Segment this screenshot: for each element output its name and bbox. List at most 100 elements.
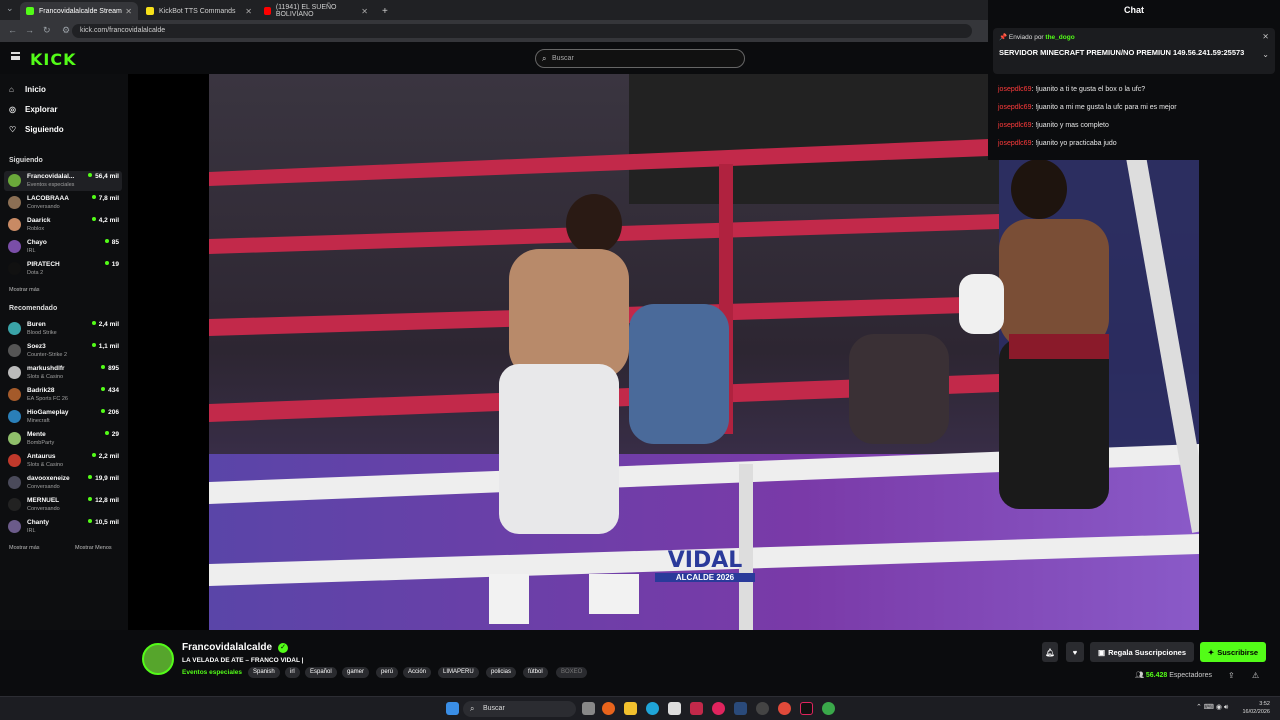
app-icon[interactable] [602, 702, 615, 715]
sidebar-channel[interactable]: HioGameplay Minecraft 206 [4, 407, 122, 427]
gift-subscriptions-button[interactable]: ▣ Regala Suscripciones [1090, 642, 1194, 662]
pinned-user[interactable]: the_dogo [1045, 34, 1074, 41]
report-icon[interactable]: ⚠ [1252, 671, 1259, 680]
viewer-count: 19,9 mil [88, 475, 119, 482]
tag[interactable]: fútbol [523, 667, 548, 678]
chat-title: Chat [1124, 5, 1144, 15]
channel-category: Slots & Casino [27, 462, 64, 468]
kick-header: KICK ⌕ Buscar [0, 42, 988, 74]
close-tab-icon[interactable]: ✕ [245, 7, 252, 16]
nav-siguiendo[interactable]: ♡ Siguiendo [9, 125, 64, 134]
chat-username[interactable]: josepdlc69 [998, 104, 1031, 111]
edge-icon[interactable] [646, 702, 659, 715]
sidebar-channel[interactable]: Soez3 Counter-Strike 2 1,1 mil [4, 341, 122, 361]
chat-username[interactable]: josepdlc69 [998, 122, 1031, 129]
close-tab-icon[interactable]: ✕ [125, 7, 132, 16]
avatar [8, 322, 21, 335]
unpin-icon[interactable]: ⨯ [1262, 32, 1269, 41]
store-icon[interactable] [668, 702, 681, 715]
tag[interactable]: perú [376, 667, 399, 678]
tag[interactable]: gamer [342, 667, 370, 678]
sidebar: ⌂ Inicio ◎ Explorar ♡ Siguiendo Siguiendo F… [0, 74, 128, 630]
chat-username[interactable]: josepdlc69 [998, 86, 1031, 93]
show-more-following[interactable]: Mostrar más [9, 287, 40, 293]
tag[interactable]: policias [486, 667, 517, 678]
show-more-recommended[interactable]: Mostrar más [9, 545, 40, 551]
taskbar-search[interactable]: ⌕ Buscar [463, 701, 576, 717]
chrome-icon[interactable] [778, 702, 791, 715]
channel-category: Conversando [27, 484, 60, 490]
chat-username[interactable]: josepdlc69 [998, 140, 1031, 147]
chat-message: josepdlc69: !juanito y mas completo [998, 122, 1109, 129]
app-icon[interactable] [712, 702, 725, 715]
tab-kick-stream[interactable]: Francovidalalcalde Stream ✕ [20, 2, 138, 20]
sidebar-channel[interactable]: MERNUEL Conversando 12,8 mil [4, 495, 122, 515]
nav-explorar[interactable]: ◎ Explorar [9, 105, 57, 114]
clock-time: 3:52 [1259, 701, 1270, 707]
avatar [8, 218, 21, 231]
steam-icon[interactable] [734, 702, 747, 715]
sidebar-channel[interactable]: LACOBRAAA Conversando 7,8 mil [4, 193, 122, 213]
app-icon[interactable] [756, 702, 769, 715]
task-view-icon[interactable] [582, 702, 595, 715]
compass-icon: ◎ [9, 105, 16, 114]
nav-inicio[interactable]: ⌂ Inicio [9, 85, 46, 94]
url-input[interactable]: kick.com/francovidalalcalde [72, 24, 972, 38]
sidebar-channel[interactable]: Chanty IRL 10,5 mil [4, 517, 122, 537]
clock[interactable]: 3:52 16/02/2026 [1242, 700, 1270, 716]
show-less-recommended[interactable]: Mostrar Menos [75, 545, 112, 551]
sidebar-channel[interactable]: Daarick Roblox 4,2 mil [4, 215, 122, 235]
chevron-down-icon[interactable]: ⌄ [1262, 50, 1269, 59]
app-icon[interactable] [822, 702, 835, 715]
tag[interactable]: Acción [403, 667, 432, 678]
pinned-header: 📌 Enviado por the_dogo [999, 33, 1075, 41]
kick-logo[interactable]: KICK [30, 50, 77, 69]
tag[interactable]: LIMAPERU [438, 667, 479, 678]
channel-name: Chayo [27, 239, 47, 246]
gift-label: Regala Suscripciones [1108, 647, 1187, 657]
forward-icon[interactable]: → [25, 25, 34, 35]
sidebar-channel[interactable]: Francovidalal... Eventos especiales 56,4… [4, 171, 122, 191]
new-tab-button[interactable]: + [376, 2, 392, 20]
sidebar-channel[interactable]: Buren Blood Strike 2,4 mil [4, 319, 122, 339]
sidebar-channel[interactable]: davooxeneize Conversando 19,9 mil [4, 473, 122, 493]
avatar [8, 454, 21, 467]
tag[interactable]: irl [285, 667, 300, 678]
sidebar-channel[interactable]: markushdlfr Slots & Casino 895 [4, 363, 122, 383]
follow-button[interactable]: ♥ [1066, 642, 1084, 662]
channel-name[interactable]: Francovidalalcalde [182, 642, 272, 653]
tag[interactable]: BOXEO [556, 667, 588, 678]
sidebar-channel[interactable]: Badrik28 EA Sports FC 26 434 [4, 385, 122, 405]
clock-date: 16/02/2026 [1242, 709, 1270, 715]
site-info-icon[interactable]: ⚙ [62, 25, 70, 36]
menu-icon[interactable] [11, 52, 20, 60]
tab-menu-icon[interactable]: ⌄ [6, 3, 14, 14]
sidebar-channel[interactable]: Antaurus Slots & Casino 2,2 mil [4, 451, 122, 471]
sidebar-channel[interactable]: PIRATECH Dota 2 19 [4, 259, 122, 279]
sidebar-channel[interactable]: Chayo IRL 85 [4, 237, 122, 257]
close-tab-icon[interactable]: ✕ [361, 7, 368, 16]
tiktok-icon[interactable] [800, 702, 813, 715]
browser-tab-bar: ⌄ Francovidalalcalde Stream ✕ KickBot TT… [0, 0, 988, 20]
notifications-button[interactable]: 🔔︎ [1042, 642, 1058, 662]
reload-icon[interactable]: ↻ [43, 25, 51, 36]
tag[interactable]: Español [305, 667, 337, 678]
app-icon[interactable] [690, 702, 703, 715]
kickbot-favicon-icon [146, 7, 154, 15]
avatar [8, 344, 21, 357]
tab-youtube[interactable]: (11941) EL SUEÑO BOLIVIANO ✕ [258, 2, 374, 20]
channel-name: Badrik28 [27, 387, 55, 394]
sidebar-channel[interactable]: Mente BombParty 29 [4, 429, 122, 449]
channel-avatar[interactable] [142, 643, 174, 675]
subscribe-button[interactable]: ✦ Suscribirse [1200, 642, 1266, 662]
back-icon[interactable]: ← [8, 25, 17, 35]
share-icon[interactable]: ⇪ [1228, 671, 1235, 680]
file-explorer-icon[interactable] [624, 702, 637, 715]
tag[interactable]: Spanish [248, 667, 280, 678]
tab-kickbot[interactable]: KickBot TTS Commands ✕ [140, 2, 258, 20]
system-tray-icons[interactable]: ⌃ ⌨ ◉ 🔊︎ [1196, 703, 1228, 712]
pinned-message[interactable]: 📌 Enviado por the_dogo SERVIDOR MINECRAF… [993, 28, 1275, 74]
windows-start-icon[interactable] [446, 702, 459, 715]
search-input[interactable]: ⌕ Buscar [535, 49, 745, 68]
stream-category[interactable]: Eventos especiales [182, 669, 242, 676]
